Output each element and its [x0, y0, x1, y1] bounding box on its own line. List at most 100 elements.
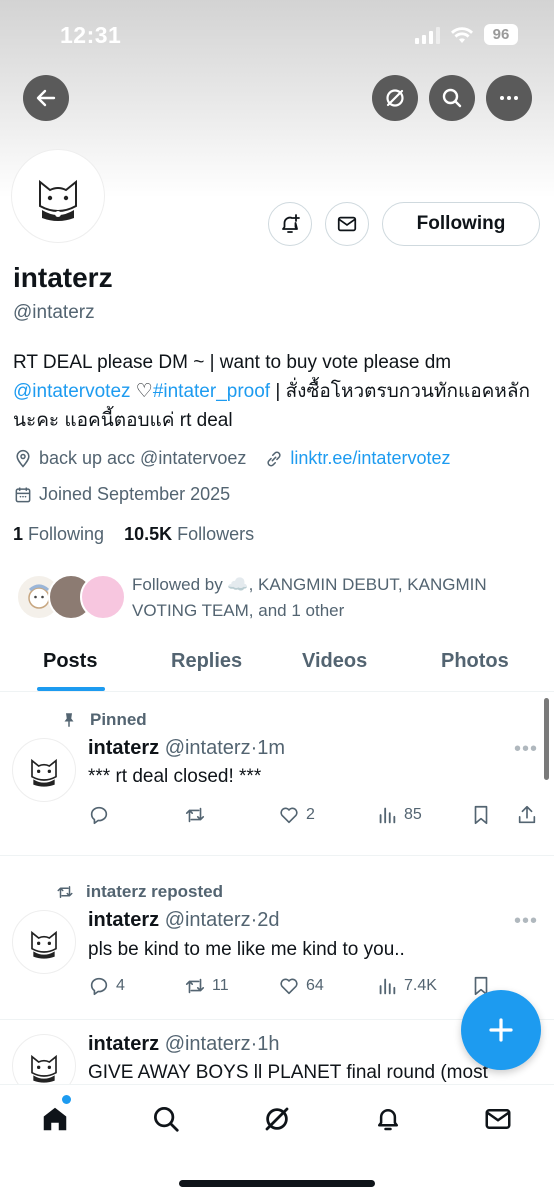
reply-button[interactable] — [88, 804, 116, 826]
views-chart-icon — [379, 978, 396, 995]
nav-search[interactable] — [150, 1103, 182, 1135]
view-count: 7.4K — [404, 977, 437, 994]
notifications-subscribe-button[interactable] — [268, 202, 312, 246]
post-context: intaterz reposted — [86, 882, 223, 901]
like-count: 64 — [306, 977, 324, 994]
home-notification-dot — [62, 1095, 71, 1104]
post-author-name[interactable]: intaterz — [88, 737, 159, 759]
bio-heart: ♡ — [130, 381, 153, 402]
tab-videos[interactable]: Videos — [302, 650, 367, 673]
grok-button[interactable] — [372, 75, 418, 121]
following-button[interactable]: Following — [382, 202, 540, 246]
joined-row: Joined September 2025 — [13, 484, 230, 505]
followed-by-section[interactable]: Followed by ☁️, KANGMIN DEBUT, KANGMIN V… — [16, 572, 546, 624]
repost-icon — [185, 807, 205, 823]
joined-text: Joined September 2025 — [39, 484, 231, 504]
following-count: 1 — [13, 524, 24, 544]
post-text: *** rt deal closed! *** — [88, 766, 262, 787]
post-header: intaterz @intaterz·1h — [88, 1033, 279, 1056]
list-item[interactable]: intaterz reposted intaterz @intaterz·2d … — [0, 856, 554, 1019]
compose-post-button[interactable] — [461, 990, 541, 1070]
status-indicators: 96 — [415, 24, 518, 45]
nav-messages[interactable] — [482, 1103, 514, 1135]
arrow-left-icon — [36, 89, 56, 107]
search-icon — [154, 1107, 179, 1132]
post-text: GIVE AWAY BOYS ll PLANET final round (mo… — [88, 1062, 488, 1083]
cat-avatar-icon — [31, 930, 57, 959]
like-button[interactable]: 64 — [278, 975, 324, 997]
repost-button[interactable] — [184, 804, 212, 826]
repost-count: 11 — [212, 977, 229, 994]
wifi-icon — [451, 26, 473, 43]
nav-home[interactable] — [39, 1103, 71, 1135]
location-row: back up acc @intatervoez linktr.ee/intat… — [13, 448, 450, 469]
location-text: back up acc @intatervoez — [39, 448, 247, 468]
nav-notifications[interactable] — [372, 1103, 404, 1135]
reply-button[interactable]: 4 — [88, 975, 125, 997]
calendar-icon — [15, 487, 31, 502]
tab-replies[interactable]: Replies — [171, 650, 242, 673]
share-icon — [518, 805, 536, 824]
tab-posts[interactable]: Posts — [43, 650, 97, 673]
followers-count-link[interactable]: 10.5K Followers — [124, 524, 254, 544]
grok-icon — [265, 1107, 289, 1131]
more-horizontal-icon — [500, 96, 518, 100]
bio-mention-link[interactable]: @intatervotez — [13, 381, 131, 402]
following-label: Following — [28, 524, 105, 544]
follow-counts: 1 Following 10.5K Followers — [13, 524, 254, 545]
share-button[interactable] — [516, 804, 544, 826]
active-tab-indicator — [37, 687, 105, 691]
search-icon — [442, 88, 462, 108]
message-button[interactable] — [325, 202, 369, 246]
bell-icon — [378, 1109, 398, 1131]
post-header: intaterz @intaterz·2d — [88, 909, 279, 932]
post-text: pls be kind to me like me kind to you.. — [88, 939, 405, 960]
cellular-signal-icon — [415, 26, 440, 44]
post-context: Pinned — [90, 710, 147, 729]
home-indicator — [179, 1180, 375, 1187]
heart-icon — [280, 978, 298, 995]
views-button[interactable]: 7.4K — [376, 975, 437, 997]
search-button[interactable] — [429, 75, 475, 121]
plus-icon — [489, 1018, 513, 1042]
followed-by-text: Followed by ☁️, KANGMIN DEBUT, KANGMIN V… — [132, 575, 487, 620]
envelope-icon — [337, 216, 357, 232]
following-count-link[interactable]: 1 Following — [13, 524, 104, 544]
tab-photos[interactable]: Photos — [441, 650, 509, 673]
cat-avatar-icon — [39, 179, 77, 221]
views-chart-icon — [379, 807, 396, 824]
bookmark-button[interactable] — [470, 804, 498, 826]
bell-plus-icon — [282, 214, 300, 233]
avatar[interactable] — [12, 910, 76, 974]
more-options-button[interactable] — [486, 75, 532, 121]
list-item[interactable]: Pinned intaterz @intaterz·1m ••• *** rt … — [0, 692, 554, 855]
website-link[interactable]: linktr.ee/intatervotez — [290, 448, 450, 469]
post-author-name[interactable]: intaterz — [88, 1033, 159, 1055]
avatar[interactable] — [12, 1034, 76, 1084]
repost-icon — [185, 978, 205, 994]
profile-bio: RT DEAL please DM ~ | want to buy vote p… — [13, 348, 543, 435]
avatar[interactable] — [12, 738, 76, 802]
grok-icon — [386, 89, 404, 107]
post-author-handle: @intaterz — [164, 737, 251, 759]
like-button[interactable]: 2 — [278, 804, 315, 826]
post-author-name[interactable]: intaterz — [88, 909, 159, 931]
post-more-button[interactable]: ••• — [514, 910, 538, 933]
bio-hashtag-link[interactable]: #intater_proof — [153, 381, 270, 402]
repost-label: intaterz reposted — [56, 882, 223, 902]
followers-label: Followers — [177, 524, 255, 544]
post-author-handle: @intaterz — [164, 909, 251, 931]
post-more-button[interactable]: ••• — [514, 738, 538, 761]
home-icon — [43, 1107, 67, 1131]
views-button[interactable]: 85 — [376, 804, 422, 826]
repost-button[interactable]: 11 — [184, 975, 229, 997]
nav-grok[interactable] — [261, 1103, 293, 1135]
post-author-handle: @intaterz — [164, 1033, 251, 1055]
reply-icon — [90, 977, 108, 996]
view-count: 85 — [404, 806, 422, 823]
repost-icon — [57, 886, 73, 898]
post-time: ·1m — [250, 737, 286, 759]
battery-indicator: 96 — [484, 24, 518, 45]
profile-avatar[interactable] — [12, 150, 104, 242]
back-button[interactable] — [23, 75, 69, 121]
